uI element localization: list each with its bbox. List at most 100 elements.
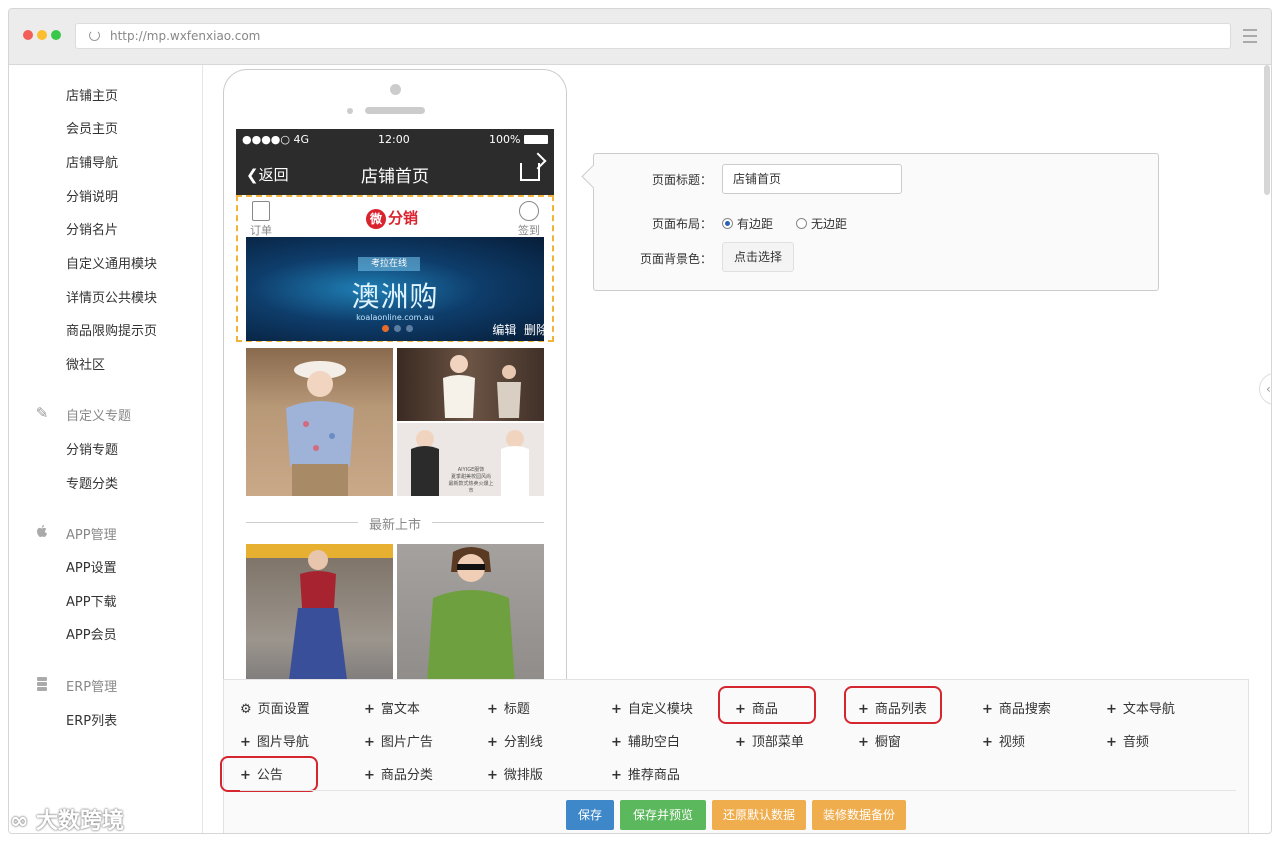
address-bar[interactable]: http://mp.wxfenxiao.com [75,23,1231,49]
tool-image-ad[interactable]: + 图片广告 [364,731,433,750]
minimize-window-icon[interactable] [37,30,47,40]
gear-icon: ⚙ [240,702,252,717]
sidebar-item-app-member[interactable]: APP会员 [66,624,117,643]
plus-icon: + [611,702,622,717]
collapse-panel-button[interactable]: ‹ [1259,373,1271,405]
reload-icon[interactable] [89,30,100,41]
tool-recommended-products[interactable]: + 推荐商品 [611,764,680,783]
edit-module-button[interactable]: 编辑 [492,323,516,337]
radio-checked-icon [722,218,733,229]
plus-icon: + [1106,735,1117,750]
sidebar-item-app-settings[interactable]: APP设置 [66,557,117,576]
banner-pager[interactable] [382,317,418,336]
tool-product-category[interactable]: + 商品分类 [364,764,433,783]
tool-micro-layout[interactable]: + 微排版 [487,764,543,783]
database-icon [34,676,50,692]
smile-icon [519,201,539,221]
sidebar-item-store-nav[interactable]: 店铺导航 [66,152,118,171]
save-button[interactable]: 保存 [566,800,614,830]
plus-icon: + [487,702,498,717]
sidebar-item-distribution-topic[interactable]: 分销专题 [66,439,118,458]
product-photo-1[interactable] [246,348,393,496]
sidebar-item-detail-module[interactable]: 详情页公共模块 [66,287,157,306]
plus-icon: + [611,735,622,750]
tool-spacer[interactable]: + 辅助空白 [611,731,680,750]
order-icon [252,201,270,221]
hamburger-menu-icon[interactable] [1243,29,1257,43]
product-photo-4[interactable] [246,544,393,689]
tool-top-menu[interactable]: + 顶部菜单 [735,731,804,750]
status-bar: ●●●●○ 4G 12:00 100% [236,129,554,151]
banner-title: 澳洲购 [351,280,439,313]
tool-divider[interactable]: + 分割线 [487,731,543,750]
page-scrollbar[interactable] [1264,65,1270,195]
phone-camera [390,84,401,95]
layout-no-margin-radio[interactable]: 无边距 [796,215,847,232]
tool-page-settings[interactable]: ⚙ 页面设置 [240,698,310,717]
sidebar-item-community[interactable]: 微社区 [66,354,105,373]
section-divider: 最新上市 [246,512,544,533]
tool-custom-module[interactable]: + 自定义模块 [611,698,693,717]
page-title-input[interactable]: 店铺首页 [722,164,902,194]
pencil-icon: ✎ [35,404,49,422]
watermark-icon: ∞ [10,809,36,834]
plus-icon: + [735,735,746,750]
tool-video[interactable]: + 视频 [982,731,1025,750]
phone-preview: ●●●●○ 4G 12:00 100% ❮返回 店铺首页 订单 微分销 签到 考… [223,69,567,689]
tool-rich-text[interactable]: + 富文本 [364,698,420,717]
product-photo-3[interactable]: AIYIGE服饰 夏季甜美校园风尚 最新款式热卖火爆上市 [397,423,544,496]
order-shortcut[interactable]: 订单 [250,201,272,238]
plus-icon: + [487,735,498,750]
sidebar-item-distribution-card[interactable]: 分销名片 [66,219,118,238]
page-title-label: 页面标题： [651,173,712,187]
sidebar-item-app-download[interactable]: APP下载 [66,591,117,610]
sidebar-item-purchase-limit[interactable]: 商品限购提示页 [66,320,157,339]
plus-icon: + [982,702,993,717]
plus-icon: + [240,735,251,750]
layout-with-margin-radio[interactable]: 有边距 [722,215,773,232]
save-preview-button[interactable]: 保存并预览 [620,800,706,830]
watermark-logo: ∞ 大数跨境 [10,809,125,834]
product-photo-2[interactable] [397,348,544,421]
browser-window: http://mp.wxfenxiao.com 店铺主页 会员主页 店铺导航 分… [8,8,1272,834]
close-window-icon[interactable] [23,30,33,40]
section-title: 最新上市 [368,518,421,533]
tool-audio[interactable]: + 音频 [1106,731,1149,750]
checkin-shortcut[interactable]: 签到 [518,201,540,238]
banner-subtitle: 考拉在线 [358,257,420,271]
plus-icon: + [487,768,498,783]
delete-module-button[interactable]: 删除 [524,323,548,337]
tool-text-nav[interactable]: + 文本导航 [1106,698,1175,717]
selected-header-module[interactable]: 订单 微分销 签到 考拉在线 澳洲购 koalaonline.com.au 编辑… [236,195,554,342]
sidebar-item-erp-list[interactable]: ERP列表 [66,710,117,729]
bg-color-picker-button[interactable]: 点击选择 [722,242,794,272]
component-toolbar: ⚙ 页面设置 + 富文本 + 标题 + 自定义模块 + 商品 + 商品列表 + 商品搜索 + 文… [220,679,1249,833]
tool-product-search[interactable]: + 商品搜索 [982,698,1051,717]
carrier-text: ●●●●○ 4G [242,133,310,146]
tool-showcase[interactable]: + 橱窗 [858,731,901,750]
sidebar-item-member-home[interactable]: 会员主页 [66,118,118,137]
highlight-product [718,686,816,724]
sidebar-item-distribution-info[interactable]: 分销说明 [66,186,118,205]
product-photo-5[interactable] [397,544,544,689]
page-settings-panel: 页面标题： 店铺首页 页面布局： 有边距 无边距 页面背景色： 点击选择 [593,153,1159,291]
sidebar-item-topic-category[interactable]: 专题分类 [66,473,118,492]
radio-unchecked-icon [796,218,807,229]
restore-default-button[interactable]: 还原默认数据 [712,800,806,830]
battery-icon [524,135,548,144]
tool-image-nav[interactable]: + 图片导航 [240,731,309,750]
sidebar: 店铺主页 会员主页 店铺导航 分销说明 分销名片 自定义通用模块 详情页公共模块… [9,65,203,833]
toolbar-separator [240,790,1236,791]
chevron-left-small-icon: ‹ [1266,382,1271,396]
plus-icon: + [364,768,375,783]
brand-logo: 微分销 [366,207,418,229]
sidebar-item-custom-module[interactable]: 自定义通用模块 [66,253,157,272]
sidebar-group-app: APP管理 [66,528,117,543]
tool-title[interactable]: + 标题 [487,698,530,717]
share-icon[interactable] [520,163,540,181]
ad-text: AIYIGE服饰 夏季甜美校园风尚 最新款式热卖火爆上市 [448,467,494,494]
plus-icon: + [858,735,869,750]
sidebar-item-store-home[interactable]: 店铺主页 [66,85,118,104]
maximize-window-icon[interactable] [51,30,61,40]
backup-data-button[interactable]: 装修数据备份 [812,800,906,830]
